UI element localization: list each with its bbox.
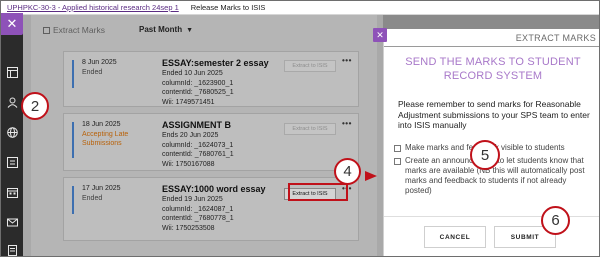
extract-marks-icon <box>43 26 50 34</box>
announcement-checkbox[interactable] <box>394 157 401 165</box>
extract-to-isis-button[interactable]: Extract to ISIS <box>284 60 336 72</box>
card-meta-line: contentId: _7680778_1 <box>162 215 234 222</box>
layout-icon[interactable] <box>5 65 19 79</box>
card-meta: Ended 10 Jun 2025 columnId: _1623900_1 c… <box>162 69 234 107</box>
card-status: Accepting Late Submissions <box>82 131 129 147</box>
close-left-icon[interactable]: ✕ <box>1 13 23 35</box>
panel-heading: SEND THE MARKS TO STUDENT RECORD SYSTEM <box>405 56 581 82</box>
highlight-box <box>288 183 348 201</box>
extract-marks-list: Extract Marks Past Month ▼ 8 Jun 2025 End… <box>31 15 377 256</box>
app-window: UPHPKC-30-3 - Applied historical researc… <box>0 0 600 257</box>
assignment-card: 8 Jun 2025 Ended ESSAY:semester 2 essay … <box>63 51 359 107</box>
card-meta-line: contentId: _7680525_1 <box>162 89 234 96</box>
card-status: Ended <box>82 69 103 76</box>
card-meta-line: Ended 10 Jun 2025 <box>162 70 223 77</box>
calendar-icon[interactable] <box>5 185 19 199</box>
document-icon[interactable] <box>5 243 19 256</box>
visible-to-students-checkbox[interactable] <box>394 144 401 152</box>
close-right-icon[interactable]: ✕ <box>373 28 387 42</box>
card-title: ESSAY:1000 word essay <box>162 184 266 194</box>
card-meta-line: contentId: _7680761_1 <box>162 151 234 158</box>
card-accent-bar <box>72 186 74 214</box>
card-date: 18 Jun 2025 <box>82 121 121 128</box>
chevron-down-icon: ▼ <box>186 27 194 34</box>
extract-marks-title: Extract Marks <box>43 25 105 35</box>
card-meta: Ended 19 Jun 2025 columnId: _1624087_1 c… <box>162 195 234 233</box>
card-meta-line: Wii: 1749571451 <box>162 98 215 106</box>
panel-description: Please remember to send marks for Reason… <box>398 99 590 130</box>
card-date: 17 Jun 2025 <box>82 185 121 192</box>
card-title: ASSIGNMENT B <box>162 120 232 130</box>
breadcrumb: UPHPKC-30-3 - Applied historical researc… <box>1 1 599 15</box>
card-status: Ended <box>82 195 103 202</box>
extract-to-isis-button[interactable]: Extract to ISIS <box>284 123 336 135</box>
card-date: 8 Jun 2025 <box>82 59 117 66</box>
callout-4: 4 <box>334 158 361 185</box>
card-meta-line: columnId: _1624073_1 <box>162 141 234 149</box>
mail-icon[interactable] <box>5 215 19 229</box>
card-meta: Ends 20 Jun 2025 columnId: _1624073_1 co… <box>162 131 234 169</box>
callout-2: 2 <box>21 92 49 120</box>
arrow-icon <box>365 171 377 181</box>
more-options-icon[interactable]: ••• <box>342 56 352 65</box>
cancel-button[interactable]: CANCEL <box>424 226 486 248</box>
course-link[interactable]: UPHPKC-30-3 - Applied historical researc… <box>7 3 179 12</box>
date-filter-value: Past Month <box>139 25 183 34</box>
callout-6: 6 <box>541 206 570 235</box>
card-meta-line: Wii: 1750167088 <box>162 160 215 168</box>
card-meta-line: columnId: _1624087_1 <box>162 205 234 213</box>
assignment-card: 18 Jun 2025 Accepting Late Submissions A… <box>63 113 359 171</box>
more-options-icon[interactable]: ••• <box>342 119 352 128</box>
card-accent-bar <box>72 122 74 158</box>
extract-marks-background-panel: Extract Marks Past Month ▼ 8 Jun 2025 End… <box>23 15 383 256</box>
date-filter-select[interactable]: Past Month ▼ <box>139 25 193 34</box>
card-meta-line: Ended 19 Jun 2025 <box>162 196 223 203</box>
extract-marks-title-label: Extract Marks <box>53 25 105 35</box>
card-meta-line: columnId: _1623900_1 <box>162 79 234 87</box>
current-page-label: Release Marks to ISIS <box>190 3 266 12</box>
panel-header: EXTRACT MARKS <box>515 33 596 43</box>
callout-5: 5 <box>470 140 500 170</box>
left-nav-rail <box>1 15 23 256</box>
user-icon[interactable] <box>5 95 19 109</box>
card-title: ESSAY:semester 2 essay <box>162 58 269 68</box>
card-meta-line: Ends 20 Jun 2025 <box>162 132 219 139</box>
header-divider <box>384 46 599 47</box>
grades-icon[interactable] <box>5 155 19 169</box>
card-accent-bar <box>72 60 74 88</box>
globe-icon[interactable] <box>5 125 19 139</box>
announcement-label: Create an announcement to let students k… <box>405 156 585 195</box>
card-meta-line: Wii: 1750253508 <box>162 224 215 232</box>
